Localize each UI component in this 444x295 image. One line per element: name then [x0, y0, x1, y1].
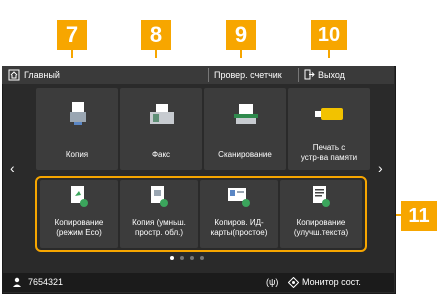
tile-text-copy-label-1: Копирование — [296, 218, 346, 227]
callout-8: 8 — [141, 20, 171, 50]
tile-fax-label: Факс — [151, 150, 171, 159]
tile-reduced-copy-label-1: Копия (умньш. — [132, 218, 186, 227]
callout-10: 10 — [311, 20, 347, 50]
divider — [298, 68, 299, 82]
tile-text-copy[interactable]: Копирование (улучш.текста) — [280, 180, 362, 248]
tile-id-card-copy-label-2: карты(простое) — [210, 228, 268, 237]
user-icon — [12, 273, 22, 294]
tile-eco-copy-label-1: Копирование — [54, 218, 104, 227]
divider — [208, 68, 209, 82]
page-dot[interactable] — [190, 256, 194, 260]
text-copy-icon — [311, 186, 331, 210]
callout-pointer — [240, 50, 242, 58]
page-dot[interactable] — [200, 256, 204, 260]
logout-icon[interactable] — [304, 66, 315, 84]
tile-memory-print[interactable]: Печать с устр-ва памяти — [288, 88, 370, 170]
tile-memory-print-label-1: Печать с — [312, 143, 346, 152]
status-monitor-button[interactable]: Монитор сост. — [302, 273, 361, 292]
department-id: 7654321 — [28, 277, 64, 287]
status-bar: 7654321 (ψ) Монитор сост. — [2, 273, 394, 292]
tile-fax[interactable]: Факс — [120, 88, 202, 170]
tile-memory-print-label-2: устр-ва памяти — [300, 153, 358, 162]
tile-reduced-copy[interactable]: Копия (умньш. простр. обл.) — [120, 180, 198, 248]
tile-text-copy-label-2: (улучш.текста) — [293, 228, 349, 237]
tile-eco-copy-label-2: (режим Eco) — [56, 228, 102, 237]
page-dot[interactable] — [170, 256, 174, 260]
status-monitor-icon[interactable] — [287, 273, 300, 295]
home-icon[interactable] — [8, 66, 20, 84]
tile-scan-label: Сканирование — [218, 150, 272, 159]
reduced-copy-icon — [149, 186, 169, 210]
callout-11: 11 — [401, 201, 437, 231]
tile-reduced-copy-label-2: простр. обл.) — [134, 228, 183, 237]
page-dot[interactable] — [180, 256, 184, 260]
callout-pointer — [71, 50, 73, 58]
callout-7: 7 — [57, 20, 87, 50]
check-counter-button[interactable]: Провер. счетчик — [214, 66, 282, 84]
home-label[interactable]: Главный — [24, 66, 60, 84]
tile-copy[interactable]: Копия — [36, 88, 118, 170]
callout-9: 9 — [226, 20, 256, 50]
tile-scan[interactable]: Сканирование — [204, 88, 286, 170]
scroll-left-arrow-icon[interactable]: ‹ — [10, 160, 15, 176]
eco-copy-icon — [69, 186, 89, 210]
wireless-icon: (ψ) — [266, 277, 279, 287]
scroll-right-arrow-icon[interactable]: › — [378, 160, 383, 176]
callout-pointer — [328, 50, 330, 58]
tile-copy-label: Копия — [65, 150, 89, 159]
scan-icon — [234, 104, 258, 128]
logout-button[interactable]: Выход — [318, 66, 345, 84]
tile-id-card-copy-label-1: Копиров. ИД- — [214, 218, 264, 227]
usb-memory-icon — [315, 108, 343, 122]
tile-eco-copy[interactable]: Копирование (режим Eco) — [40, 180, 118, 248]
callout-pointer — [155, 50, 157, 58]
tile-id-card-copy[interactable]: Копиров. ИД- карты(простое) — [200, 180, 278, 248]
copy-icon — [68, 102, 88, 128]
id-card-copy-icon — [227, 186, 251, 210]
header-bar: Главный Провер. счетчик Выход — [2, 66, 394, 84]
fax-icon — [150, 104, 174, 128]
